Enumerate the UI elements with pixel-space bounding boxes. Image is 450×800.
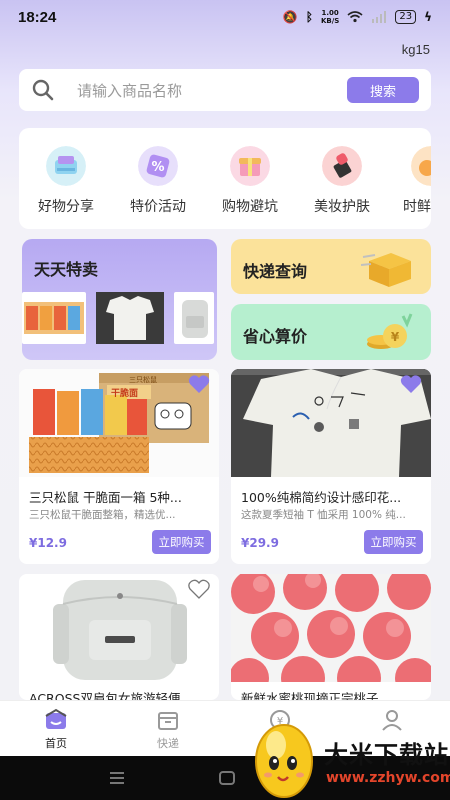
- tab-express[interactable]: 快递: [138, 707, 198, 751]
- status-bar: 18:24 🔕 ᛒ 1.00 KB/S 23 ϟ: [0, 0, 450, 34]
- product-title: 三只松鼠 干脆面一箱 5种...: [29, 490, 182, 505]
- product-price: ¥29.9: [241, 536, 279, 550]
- search-icon: [32, 79, 54, 101]
- status-icons: 🔕 ᛒ 1.00 KB/S 23 ϟ: [283, 9, 432, 25]
- category-label: 美妆护肤: [314, 199, 370, 215]
- battery-indicator: 23: [395, 10, 417, 24]
- product-image: [231, 574, 431, 700]
- search-input[interactable]: 请输入商品名称: [77, 80, 347, 101]
- fresh-food-icon: [411, 146, 431, 186]
- snack-thumbnail: [22, 292, 86, 344]
- parcel-icon: [361, 253, 411, 287]
- buy-now-button[interactable]: 立即购买: [152, 530, 211, 554]
- watermark: 大米下载站 www.zzhyw.com: [248, 715, 450, 800]
- category-item-share[interactable]: 好物分享: [21, 146, 111, 216]
- product-desc: 这款夏季短袖 T 恤采用 100% 纯...: [241, 509, 406, 521]
- tab-label: 快递: [157, 737, 179, 750]
- basket-icon: [46, 146, 86, 186]
- category-label: 好物分享: [38, 199, 94, 215]
- network-speed: 1.00 KB/S: [320, 9, 340, 25]
- box-icon: [158, 712, 178, 730]
- product-card[interactable]: ACROSS双肩包女旅游轻便...: [19, 574, 219, 700]
- percent-tag-icon: %: [138, 146, 178, 186]
- category-label: 购物避坑: [222, 199, 278, 215]
- menu-icon[interactable]: [108, 770, 126, 786]
- category-panel: 好物分享 % 特价活动 购物避坑 美妆护肤 时鲜: [19, 128, 431, 229]
- svg-text:¥: ¥: [391, 330, 400, 344]
- price-calc-card[interactable]: 省心算价 ¥: [231, 304, 431, 360]
- svg-text:%: %: [151, 160, 164, 175]
- category-item-beauty[interactable]: 美妆护肤: [297, 146, 387, 216]
- watermark-text: 大米下载站: [324, 741, 449, 769]
- mute-icon: 🔕: [282, 10, 298, 24]
- product-title: ACROSS双肩包女旅游轻便...: [29, 691, 193, 700]
- home-button-icon[interactable]: [218, 770, 236, 786]
- category-item-fresh[interactable]: 时鲜: [389, 146, 431, 216]
- product-card[interactable]: 100%纯棉简约设计感印花... 这款夏季短袖 T 恤采用 100% 纯... …: [231, 369, 431, 564]
- category-item-sale[interactable]: % 特价活动: [113, 146, 203, 216]
- express-query-title: 快递查询: [243, 262, 308, 281]
- category-label: 特价活动: [130, 199, 186, 215]
- daily-sale-title: 天天特卖: [34, 260, 99, 279]
- heart-icon[interactable]: [188, 579, 210, 599]
- express-query-card[interactable]: 快递查询: [231, 239, 431, 294]
- category-label: 时鲜: [403, 199, 431, 215]
- daily-sale-card[interactable]: 天天特卖: [22, 239, 217, 360]
- product-title: 新鲜水蜜桃现摘正宗桃子...: [241, 691, 391, 700]
- daily-sale-products: [22, 292, 217, 360]
- box-brand-label: 三只松鼠: [129, 375, 157, 384]
- tshirt-thumbnail: [96, 292, 164, 344]
- status-time: 18:24: [18, 8, 57, 26]
- price-calc-title: 省心算价: [243, 327, 308, 346]
- buy-now-button[interactable]: 立即购买: [364, 530, 423, 554]
- bluetooth-icon: ᛒ: [305, 10, 313, 24]
- gift-box-icon: [230, 146, 270, 186]
- search-bar[interactable]: 请输入商品名称 搜索: [19, 69, 431, 111]
- backpack-thumbnail: [174, 292, 214, 344]
- lipstick-icon: [322, 146, 362, 186]
- wifi-icon: [347, 11, 363, 23]
- product-title: 100%纯棉简约设计感印花...: [241, 490, 402, 505]
- product-card[interactable]: 三只松鼠干脆面 三只松鼠 干脆面一箱 5种... 三只松鼠干脆面整箱，精选优..…: [19, 369, 219, 564]
- heart-icon[interactable]: [400, 374, 422, 394]
- category-item-avoid[interactable]: 购物避坑: [205, 146, 295, 216]
- product-card[interactable]: 新鲜水蜜桃现摘正宗桃子...: [231, 574, 431, 700]
- watermark-url: www.zzhyw.com: [326, 770, 450, 786]
- box-product-label: 干脆面: [111, 387, 138, 399]
- charging-icon: ϟ: [424, 10, 432, 24]
- signal-icon: [372, 11, 387, 23]
- tab-home[interactable]: 首页: [26, 707, 86, 751]
- mascot-logo: [255, 724, 313, 798]
- home-icon: [45, 708, 67, 729]
- username: kg15: [401, 42, 430, 57]
- search-button[interactable]: 搜索: [347, 77, 419, 103]
- heart-icon[interactable]: [188, 374, 210, 394]
- product-desc: 三只松鼠干脆面整箱，精选优...: [29, 509, 176, 521]
- coins-icon: ¥: [367, 313, 413, 349]
- tab-label: 首页: [45, 737, 67, 750]
- product-price: ¥12.9: [29, 536, 67, 550]
